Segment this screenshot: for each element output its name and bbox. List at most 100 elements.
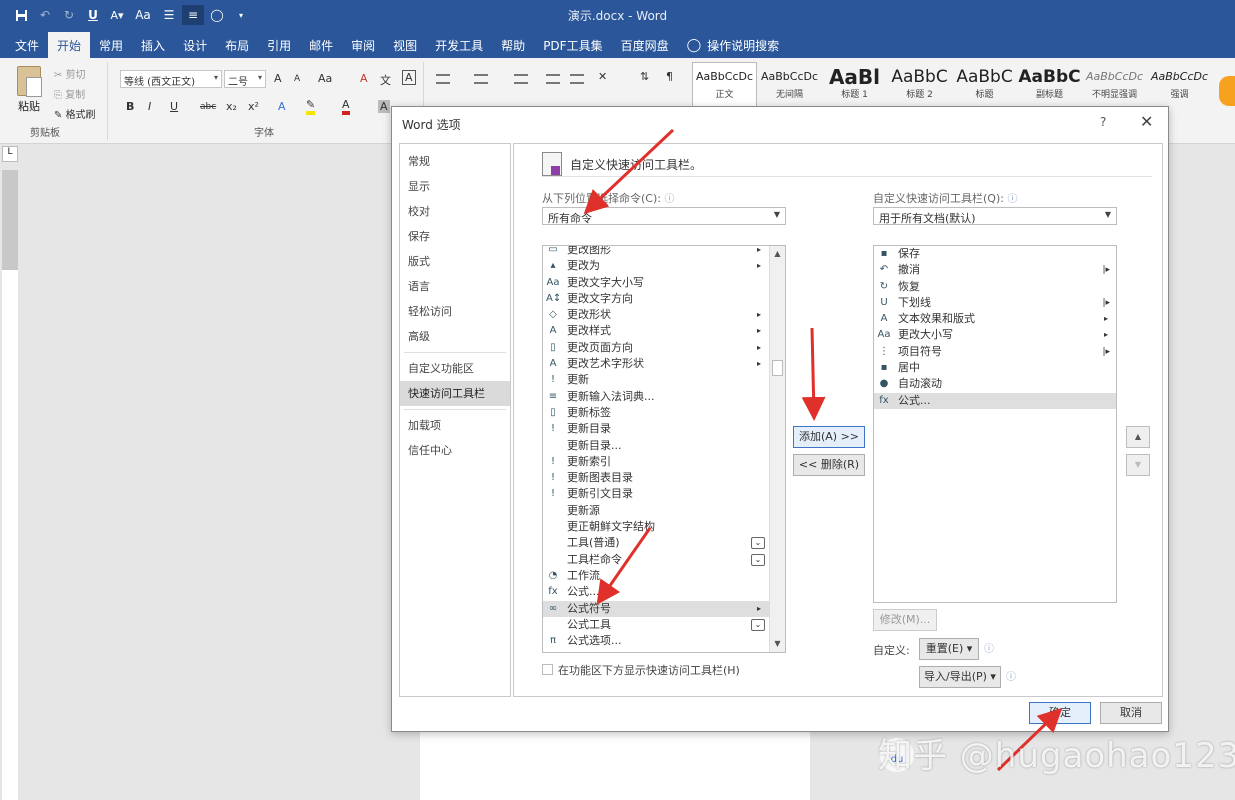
tab-pdf-tools[interactable]: PDF工具集: [534, 32, 611, 58]
modify-button[interactable]: 修改(M)...: [873, 609, 937, 631]
phonetic-guide-button[interactable]: 文: [380, 72, 391, 88]
tab-insert[interactable]: 插入: [132, 32, 174, 58]
qat-item[interactable]: ▪ 保存: [874, 246, 1116, 262]
nav-language[interactable]: 语言: [400, 274, 510, 299]
commands-list[interactable]: ▭ 更改图形 ▸ ▴ 更改为 ▸ Aa 更改文字大小写 A↕ 更改文字方向 ◇ 更改形状 ▸ A 更改样式 ▸…: [542, 245, 786, 653]
style-emphasis[interactable]: AaBbCcDc 强调: [1147, 62, 1212, 108]
style-heading-1[interactable]: AaBl 标题 1: [822, 62, 887, 108]
nav-accessibility[interactable]: 轻松访问: [400, 299, 510, 324]
command-item[interactable]: 更新源: [543, 503, 769, 519]
style-subtle-emphasis[interactable]: AaBbCcDc 不明显强调: [1082, 62, 1147, 108]
nav-display[interactable]: 显示: [400, 174, 510, 199]
copy-button[interactable]: ⎘ 复制: [54, 86, 85, 101]
bold-button[interactable]: B: [126, 100, 134, 113]
increase-indent-icon[interactable]: [570, 74, 584, 84]
command-item[interactable]: ≡ 更新输入法词典...: [543, 389, 769, 405]
style-normal[interactable]: AaBbCcDc 正文: [692, 62, 757, 108]
cancel-button[interactable]: 取消: [1100, 702, 1162, 724]
move-up-button[interactable]: ▲: [1126, 426, 1150, 448]
show-marks-icon[interactable]: ¶: [666, 70, 673, 83]
tab-view[interactable]: 视图: [384, 32, 426, 58]
customize-qat-select[interactable]: 用于所有文档(默认) ▼: [873, 207, 1117, 225]
command-item[interactable]: ∞ 公式符号 ▸: [543, 600, 769, 617]
nav-save[interactable]: 保存: [400, 224, 510, 249]
nav-proofing[interactable]: 校对: [400, 199, 510, 224]
command-item[interactable]: 工具(普通) ⌄: [543, 535, 769, 551]
tab-home[interactable]: 开始: [48, 32, 91, 58]
show-below-ribbon-checkbox[interactable]: [542, 664, 553, 675]
format-painter-button[interactable]: ✎ 格式刷: [54, 106, 96, 121]
import-export-button[interactable]: 导入/导出(P) ▾: [919, 666, 1001, 688]
scroll-up-icon[interactable]: ▲: [770, 246, 785, 262]
subscript-button[interactable]: x₂: [226, 100, 237, 113]
command-item[interactable]: ! 更新目录: [543, 421, 769, 437]
command-item[interactable]: ! 更新: [543, 372, 769, 388]
qat-item[interactable]: Aa 更改大小写 ▸: [874, 327, 1116, 343]
close-icon[interactable]: ✕: [1140, 112, 1153, 131]
qat-item[interactable]: ▪ 居中: [874, 360, 1116, 376]
command-item[interactable]: fx 公式...: [543, 584, 769, 600]
cut-button[interactable]: ✂ 剪切: [54, 66, 86, 81]
multilevel-list-icon[interactable]: [514, 74, 528, 84]
font-name-combo[interactable]: 等线 (西文正文): [120, 70, 222, 88]
nav-general[interactable]: 常规: [400, 149, 510, 174]
tab-review[interactable]: 审阅: [342, 32, 384, 58]
command-item[interactable]: ▴ 更改为 ▸: [543, 258, 769, 274]
command-item[interactable]: π 公式选项...: [543, 633, 769, 649]
nav-add-ins[interactable]: 加载项: [400, 413, 510, 438]
decrease-indent-icon[interactable]: [546, 74, 560, 84]
qat-item[interactable]: ● 自动滚动: [874, 376, 1116, 392]
command-item[interactable]: A 更改艺术字形状 ▸: [543, 356, 769, 372]
command-item[interactable]: A 更改样式 ▸: [543, 323, 769, 339]
command-item[interactable]: Aa 更改文字大小写: [543, 275, 769, 291]
tab-layout[interactable]: 布局: [216, 32, 258, 58]
highlight-button[interactable]: ✎: [306, 98, 316, 115]
tab-mailings[interactable]: 邮件: [300, 32, 342, 58]
style-subtitle[interactable]: AaBbC 副标题: [1017, 62, 1082, 108]
numbering-icon[interactable]: [474, 74, 488, 84]
style-heading-2[interactable]: AaBbC 标题 2: [887, 62, 952, 108]
command-item[interactable]: 工具栏命令 ⌄: [543, 552, 769, 568]
grow-font-button[interactable]: A: [274, 72, 282, 85]
sort-icon[interactable]: ⇅: [640, 70, 649, 83]
command-item[interactable]: 更新目录...: [543, 438, 769, 454]
char-shading-button[interactable]: A: [378, 100, 390, 113]
command-item[interactable]: 公式工具 ⌄: [543, 617, 769, 633]
command-item[interactable]: ! 更新索引: [543, 454, 769, 470]
command-item[interactable]: ◇ 更改形状 ▸: [543, 307, 769, 323]
qat-item[interactable]: ↻ 恢复: [874, 279, 1116, 295]
command-item[interactable]: ! 更新图表目录: [543, 470, 769, 486]
font-size-combo[interactable]: 二号: [224, 70, 266, 88]
qat-item[interactable]: fx 公式...: [874, 392, 1116, 409]
choose-commands-select[interactable]: 所有命令 ▼: [542, 207, 786, 225]
commands-scrollbar[interactable]: ▲ ▼: [769, 246, 785, 652]
char-border-button[interactable]: A: [402, 70, 416, 85]
command-item[interactable]: ! 更新引文目录: [543, 486, 769, 502]
underline-button[interactable]: U: [170, 100, 178, 113]
qat-item[interactable]: ↶ 撤消 |▸: [874, 262, 1116, 278]
nav-advanced[interactable]: 高级: [400, 324, 510, 349]
remove-button[interactable]: << 删除(R): [793, 454, 865, 476]
command-item[interactable]: ▯ 更新标签: [543, 405, 769, 421]
tab-file[interactable]: 文件: [6, 32, 48, 58]
command-item[interactable]: A↕ 更改文字方向: [543, 291, 769, 307]
tab-common[interactable]: 常用: [90, 32, 132, 58]
nav-layout[interactable]: 版式: [400, 249, 510, 274]
style-no-spacing[interactable]: AaBbCcDc 无间隔: [757, 62, 822, 108]
strikethrough-button[interactable]: abc: [200, 102, 216, 112]
tab-references[interactable]: 引用: [258, 32, 300, 58]
command-item[interactable]: ▭ 更改图形 ▸: [543, 246, 769, 258]
tell-me-search[interactable]: ◯ 操作说明搜索: [678, 32, 789, 58]
help-button[interactable]: ?: [1100, 115, 1106, 129]
font-color-button[interactable]: A: [342, 98, 350, 115]
tab-design[interactable]: 设计: [174, 32, 216, 58]
command-item[interactable]: ◔ 工作流: [543, 568, 769, 584]
tab-baidu-netdisk[interactable]: 百度网盘: [612, 32, 678, 58]
add-button[interactable]: 添加(A) >>: [793, 426, 865, 448]
scroll-thumb[interactable]: [772, 360, 783, 376]
nav-customize-ribbon[interactable]: 自定义功能区: [400, 356, 510, 381]
superscript-button[interactable]: x²: [248, 100, 259, 113]
bullets-icon[interactable]: [436, 74, 450, 84]
chinese-layout-icon[interactable]: ✕: [598, 70, 607, 83]
qat-item[interactable]: A 文本效果和版式 ▸: [874, 311, 1116, 327]
